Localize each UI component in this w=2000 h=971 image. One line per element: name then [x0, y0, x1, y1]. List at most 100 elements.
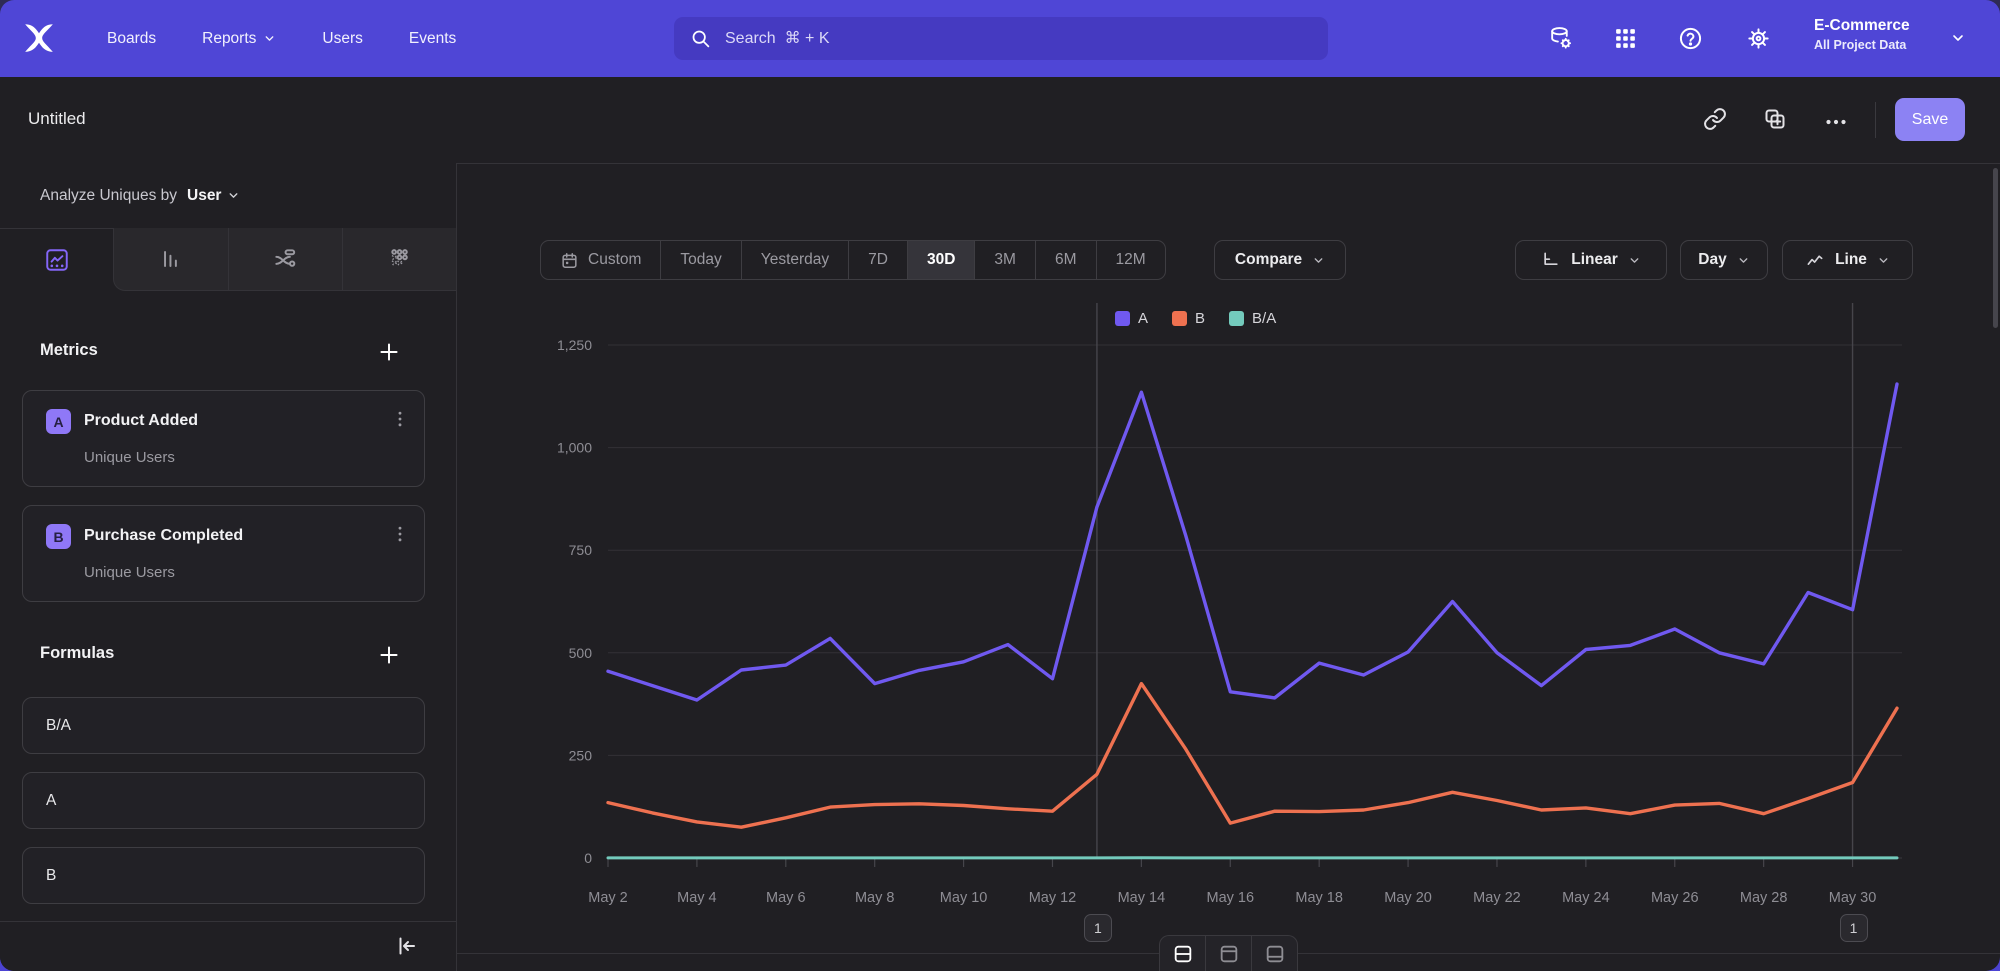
mixpanel-logo-icon[interactable]	[22, 21, 56, 55]
tab-bar-chart[interactable]	[113, 228, 227, 291]
chevron-down-icon	[227, 189, 240, 202]
metric-letter-badge: A	[46, 409, 71, 434]
date-range-label: 3M	[994, 251, 1016, 269]
nav-item-label: Boards	[107, 30, 156, 48]
scale-label: Linear	[1571, 251, 1618, 269]
save-button[interactable]: Save	[1895, 98, 1965, 141]
date-range-6m[interactable]: 6M	[1035, 241, 1096, 279]
date-range-today[interactable]: Today	[660, 241, 740, 279]
tab-insights-line[interactable]	[0, 228, 113, 291]
nav-item-label: Events	[409, 30, 456, 48]
metric-title: Purchase Completed	[84, 527, 243, 545]
collapse-sidebar-icon[interactable]	[394, 934, 418, 958]
apps-grid-icon[interactable]	[1613, 26, 1638, 51]
x-axis-label: May 28	[1740, 890, 1788, 906]
compare-label: Compare	[1235, 251, 1302, 269]
formula-label: B/A	[46, 717, 71, 735]
more-options-icon[interactable]	[1824, 110, 1848, 134]
formula-card[interactable]: A	[22, 772, 425, 829]
chevron-down-icon	[263, 32, 276, 45]
metric-aggregation[interactable]: Unique Users	[84, 564, 175, 581]
date-range-3m[interactable]: 3M	[974, 241, 1035, 279]
x-axis-label: May 12	[1029, 890, 1077, 906]
date-range-custom[interactable]: Custom	[541, 241, 660, 279]
date-range-yesterday[interactable]: Yesterday	[741, 241, 848, 279]
copy-link-icon[interactable]	[1703, 107, 1727, 131]
chevron-down-icon	[1950, 30, 1966, 46]
analyze-entity-dropdown[interactable]: User	[187, 187, 240, 205]
help-icon[interactable]	[1678, 26, 1703, 51]
layout-chart-icon[interactable]	[1205, 936, 1251, 971]
date-range-12m[interactable]: 12M	[1096, 241, 1165, 279]
date-range-label: Today	[680, 251, 721, 269]
date-range-label: 30D	[927, 251, 955, 269]
search-icon	[690, 28, 711, 49]
formula-card[interactable]: B	[22, 847, 425, 904]
data-management-icon[interactable]	[1548, 26, 1573, 51]
settings-gear-icon[interactable]	[1746, 26, 1771, 51]
date-range-30d[interactable]: 30D	[907, 241, 974, 279]
compare-button[interactable]: Compare	[1214, 240, 1346, 280]
panel-layout-toggle	[1159, 935, 1298, 971]
metric-title: Product Added	[84, 412, 198, 430]
nav-item-events[interactable]: Events	[409, 30, 456, 48]
scrollbar-thumb[interactable]	[1993, 168, 1998, 328]
metric-letter-badge: B	[46, 524, 71, 549]
x-axis-label: May 24	[1562, 890, 1610, 906]
formula-label: B	[46, 867, 56, 885]
search-input[interactable]	[723, 29, 1328, 49]
metrics-heading: Metrics	[40, 341, 98, 360]
nav-item-boards[interactable]: Boards	[107, 30, 156, 48]
header-divider	[1875, 102, 1876, 138]
formula-card[interactable]: B/A	[22, 697, 425, 754]
y-axis-label: 0	[584, 850, 592, 866]
annotation-badge[interactable]: 1	[1840, 914, 1868, 942]
chevron-down-icon	[1737, 254, 1750, 267]
nav-item-label: Users	[322, 30, 362, 48]
layout-table-icon[interactable]	[1251, 936, 1297, 971]
chart-type-dropdown[interactable]: Line	[1782, 240, 1913, 280]
metric-kebab-icon[interactable]	[390, 409, 410, 433]
app-window: Boards Reports Users Events E-Commerce All …	[0, 0, 2000, 971]
tab-retention[interactable]	[342, 228, 456, 291]
chevron-down-icon	[1877, 254, 1890, 267]
scale-dropdown[interactable]: Linear	[1515, 240, 1667, 280]
report-title[interactable]: Untitled	[28, 109, 86, 129]
y-axis-label: 750	[569, 542, 593, 558]
nav-item-reports[interactable]: Reports	[202, 30, 276, 48]
x-axis-label: May 2	[588, 890, 628, 906]
metric-aggregation[interactable]: Unique Users	[84, 449, 175, 466]
interval-dropdown[interactable]: Day	[1680, 240, 1768, 280]
date-range-label: 6M	[1055, 251, 1077, 269]
search-bar[interactable]	[674, 17, 1328, 60]
duplicate-icon[interactable]	[1763, 107, 1787, 131]
date-range-7d[interactable]: 7D	[848, 241, 907, 279]
nav-menu: Boards Reports Users Events	[107, 0, 456, 77]
chevron-down-icon	[1628, 254, 1641, 267]
report-header: Untitled Save	[0, 77, 2000, 164]
x-axis-label: May 10	[940, 890, 988, 906]
line-chart[interactable]: 02505007501,0001,250May 2May 4May 6May 8…	[456, 285, 2000, 971]
y-axis-label: 1,000	[557, 440, 592, 456]
nav-item-users[interactable]: Users	[322, 30, 362, 48]
add-metric-button[interactable]	[376, 339, 402, 365]
chevron-down-icon	[1312, 254, 1325, 267]
tab-flow[interactable]	[228, 228, 342, 291]
x-axis-label: May 20	[1384, 890, 1432, 906]
metric-kebab-icon[interactable]	[390, 524, 410, 548]
chart-type-label: Line	[1835, 251, 1867, 269]
add-formula-button[interactable]	[376, 642, 402, 668]
metric-card-b[interactable]: B Purchase Completed Unique Users	[22, 505, 425, 602]
metric-card-a[interactable]: A Product Added Unique Users	[22, 390, 425, 487]
project-switcher[interactable]: E-Commerce All Project Data	[1814, 15, 1910, 53]
analyze-entity-value: User	[187, 187, 221, 205]
x-axis-label: May 22	[1473, 890, 1521, 906]
x-axis-label: May 30	[1829, 890, 1877, 906]
x-axis-label: May 4	[677, 890, 717, 906]
chart-type-tabs	[0, 228, 456, 291]
layout-split-icon[interactable]	[1160, 936, 1205, 971]
date-range-label: Yesterday	[761, 251, 829, 269]
interval-label: Day	[1698, 251, 1726, 269]
annotation-badge[interactable]: 1	[1084, 914, 1112, 942]
date-range-label: 7D	[868, 251, 888, 269]
